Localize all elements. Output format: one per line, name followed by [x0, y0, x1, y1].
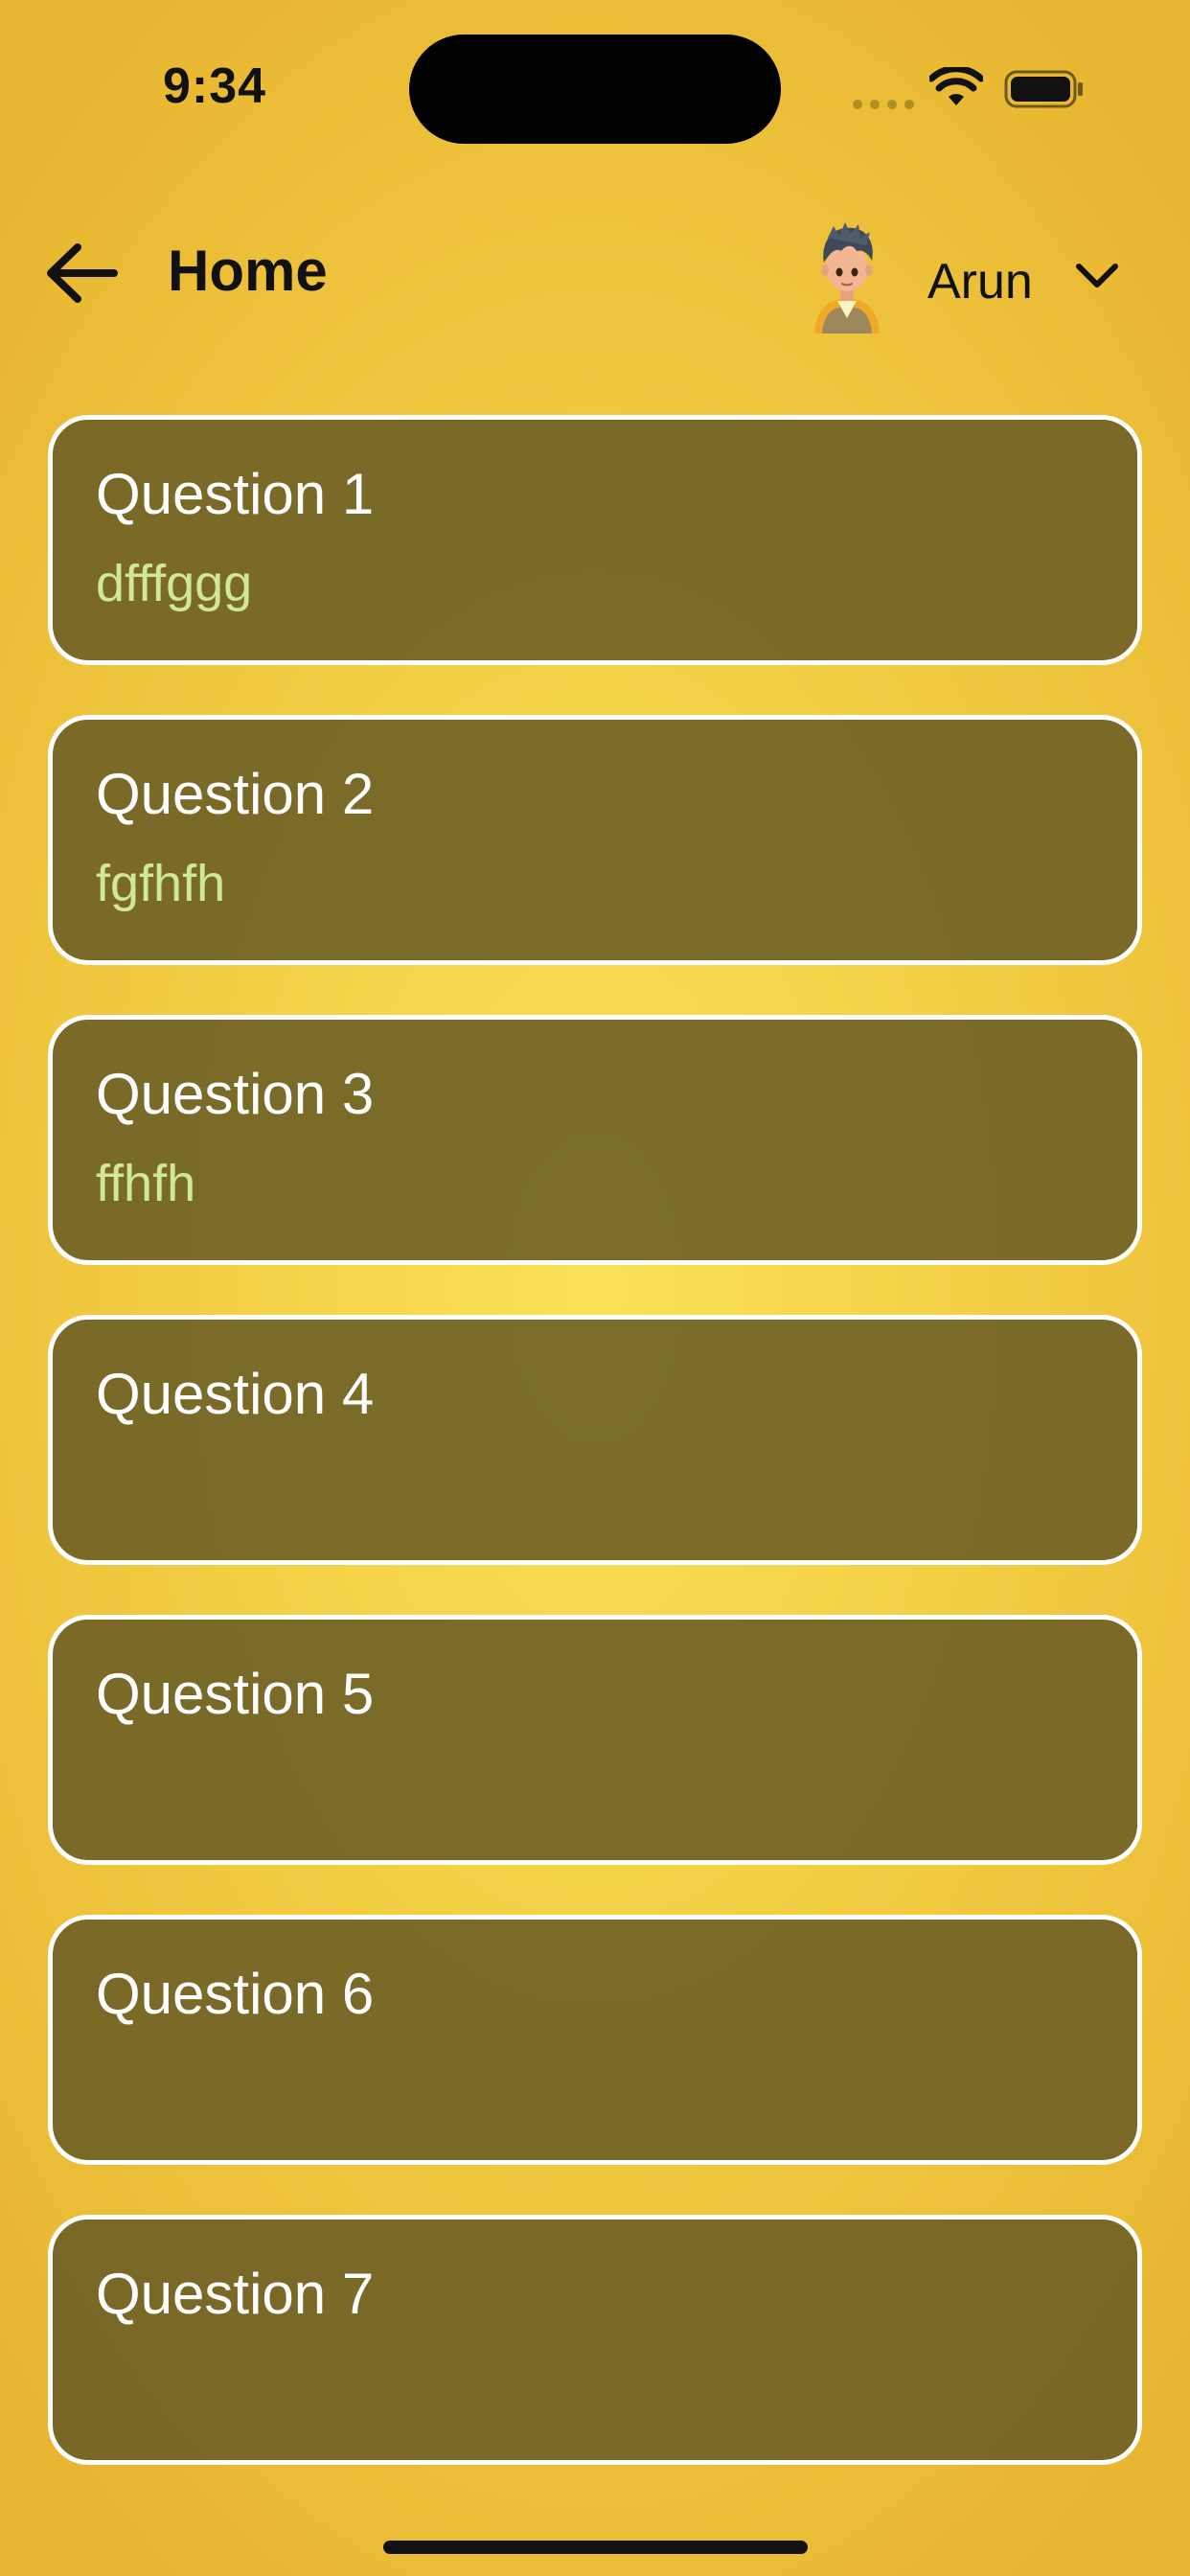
cellular-signal-icon — [853, 100, 914, 109]
question-title: Question 6 — [96, 1962, 375, 2026]
question-card[interactable]: Question 5 — [48, 1615, 1142, 1865]
avatar — [814, 222, 880, 334]
user-menu-button[interactable]: Arun — [805, 218, 1131, 334]
back-button[interactable] — [38, 240, 125, 307]
question-card[interactable]: Question 6 — [48, 1915, 1142, 2165]
page-title: Home — [168, 239, 328, 303]
question-title: Question 2 — [96, 762, 375, 826]
question-title: Question 5 — [96, 1662, 375, 1726]
battery-icon — [1004, 70, 1083, 108]
question-title: Question 4 — [96, 1362, 375, 1426]
status-time: 9:34 — [163, 58, 267, 114]
question-answer: fgfhfh — [96, 855, 226, 912]
user-name: Arun — [927, 254, 1033, 310]
question-title: Question 3 — [96, 1062, 375, 1126]
question-card[interactable]: Question 1 dfffggg — [48, 415, 1142, 665]
question-answer: dfffggg — [96, 555, 253, 612]
home-indicator[interactable] — [383, 2541, 808, 2554]
question-card[interactable]: Question 3 ffhfh — [48, 1015, 1142, 1265]
app-header: Home Arun — [0, 211, 1190, 335]
question-list: Question 1 dfffggg Question 2 fgfhfh Que… — [48, 415, 1142, 2515]
question-title: Question 1 — [96, 462, 375, 526]
chevron-down-icon — [1076, 264, 1118, 288]
dynamic-island — [409, 34, 781, 144]
status-bar: 9:34 — [0, 0, 1190, 182]
question-card[interactable]: Question 4 — [48, 1315, 1142, 1565]
arrow-left-icon — [47, 243, 118, 303]
question-answer: ffhfh — [96, 1155, 196, 1212]
question-card[interactable]: Question 2 fgfhfh — [48, 715, 1142, 965]
wifi-icon — [929, 67, 983, 105]
question-title: Question 7 — [96, 2262, 375, 2326]
question-card[interactable]: Question 7 — [48, 2215, 1142, 2465]
